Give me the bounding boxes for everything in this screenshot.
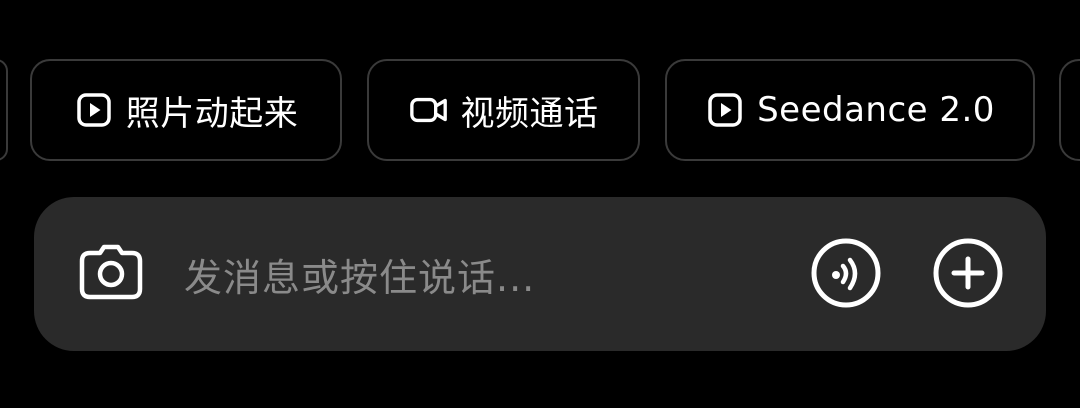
quick-action-chip-partial-right[interactable] bbox=[1059, 59, 1080, 161]
quick-action-chip-animate-photo[interactable]: 照片动起来 bbox=[30, 59, 342, 161]
quick-action-chip-seedance[interactable]: Seedance 2.0 bbox=[665, 59, 1035, 161]
quick-action-bar: 照片动起来 视频通话 Seedance 2.0 bbox=[0, 59, 1080, 163]
voice-waves-icon bbox=[810, 237, 882, 313]
voice-button[interactable] bbox=[810, 237, 882, 313]
message-input-bar[interactable]: 发消息或按住说话... bbox=[34, 197, 1046, 351]
camera-button[interactable] bbox=[76, 239, 146, 309]
camera-icon bbox=[78, 243, 144, 305]
play-square-icon bbox=[74, 90, 114, 130]
video-camera-icon bbox=[409, 90, 449, 130]
play-square-icon bbox=[705, 90, 745, 130]
add-button[interactable] bbox=[932, 237, 1004, 313]
chip-label: 照片动起来 bbox=[125, 93, 299, 134]
chip-label: 视频通话 bbox=[460, 93, 599, 134]
chip-label: Seedance 2.0 bbox=[757, 90, 995, 130]
quick-action-chip-video-call[interactable]: 视频通话 bbox=[367, 59, 640, 161]
plus-circle-icon bbox=[932, 237, 1004, 313]
quick-action-chip-partial-left[interactable] bbox=[0, 59, 8, 161]
message-input-placeholder[interactable]: 发消息或按住说话... bbox=[184, 197, 535, 351]
